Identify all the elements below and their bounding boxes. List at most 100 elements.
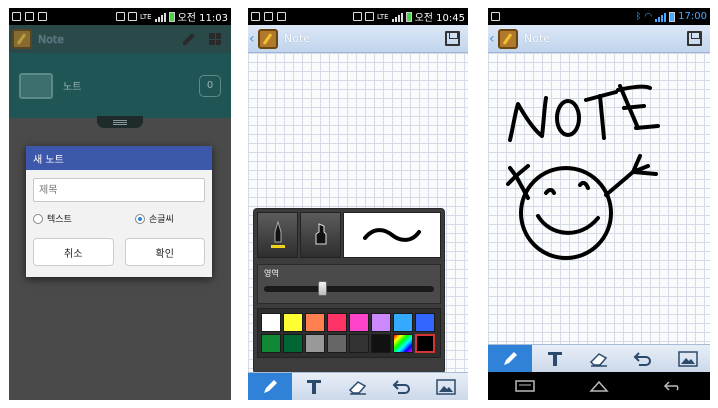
color-palette [257,308,441,358]
image-insert-button[interactable] [666,345,710,372]
clock: 오전 11:03 [177,13,228,24]
clock: 17:00 [678,11,707,22]
radio-label: 손글씨 [149,215,174,225]
back-chevron-icon[interactable]: ‹ [489,31,495,47]
notebook-icon[interactable] [258,28,278,49]
text-icon [547,351,562,366]
signal-icon [655,12,667,22]
color-swatch[interactable] [283,334,303,353]
marker-tip-icon [315,223,326,245]
g-icon [251,12,260,21]
notebook-icon[interactable] [498,28,518,49]
color-swatch[interactable] [283,313,303,332]
image-insert-button[interactable] [424,373,468,400]
undo-icon [392,379,410,394]
alarm-icon [127,12,137,21]
pen-icon [504,351,518,365]
pen-type-pencil[interactable] [257,212,298,258]
g-icon [12,12,21,21]
status-bar: LTE 오전 10:45 [248,8,468,25]
mute-icon [352,12,362,21]
pen-type-marker[interactable] [300,212,341,258]
color-swatch[interactable] [261,334,281,353]
title-input[interactable] [33,178,205,202]
eraser-tool-button[interactable] [336,373,380,400]
wifi-icon: ◠ [644,11,653,22]
phone-screen-handwriting: ᛒ ◠ 17:00 ‹ Note [488,8,710,400]
color-swatch[interactable] [305,334,325,353]
thickness-slider[interactable] [264,281,434,296]
folder-icon [19,72,53,99]
drawer-handle[interactable] [97,116,143,128]
save-icon[interactable] [445,31,460,46]
undo-icon [634,351,652,366]
text-icon [307,379,321,394]
undo-button[interactable] [380,373,424,400]
radio-handwriting-option[interactable]: 손글씨 [103,212,205,225]
pen-icon [264,379,277,393]
back-chevron-icon[interactable]: ‹ [249,31,255,47]
grid-view-icon[interactable] [209,33,221,45]
color-swatch[interactable] [349,313,369,332]
handwritten-drawing [506,84,660,260]
pen-tool-button[interactable] [248,373,292,400]
pen-settings-panel: 영역 [253,208,445,374]
cancel-button[interactable]: 취소 [33,238,114,266]
android-nav-bar [488,372,710,400]
pen-tool-button[interactable] [488,345,533,372]
battery-icon [168,11,175,22]
stroke-preview [343,212,441,258]
status-bar: LTE 오전 11:03 [9,8,231,25]
edit-pencil-icon[interactable] [179,29,199,49]
slider-handle[interactable] [318,281,328,296]
color-swatch[interactable] [415,334,435,353]
ok-button[interactable]: 확인 [124,238,205,266]
text-tool-button[interactable] [292,373,336,400]
color-swatch[interactable] [349,334,369,353]
phone-screen-pen-settings: LTE 오전 10:45 ‹ Note 영역 [248,8,468,400]
notebook-icon [12,29,32,49]
note-titlebar: ‹ Note [488,25,710,53]
custom-color-swatch[interactable] [393,334,413,353]
text-tool-button[interactable] [532,345,576,372]
eraser-tool-button[interactable] [577,345,621,372]
image-icon [436,378,456,395]
usb-icon [264,12,273,21]
radio-button-selected[interactable] [135,213,145,224]
color-swatch[interactable] [371,313,391,332]
usb-icon [25,12,34,21]
app-titlebar: Note [9,25,231,53]
clock: 오전 10:45 [414,13,465,24]
status-bar: ᛒ ◠ 17:00 [488,8,710,25]
color-swatch[interactable] [327,334,347,353]
save-icon[interactable] [687,31,702,46]
network-type: LTE [376,12,389,21]
note-title: Note [524,32,551,45]
color-swatch[interactable] [327,313,347,332]
tool-bar [488,344,710,372]
color-swatch[interactable] [305,313,325,332]
image-notify-icon [277,12,286,21]
color-swatch[interactable] [261,313,281,332]
image-notify-icon [491,12,500,21]
back-icon[interactable] [663,380,683,392]
home-icon[interactable] [589,380,609,392]
color-swatch[interactable] [393,313,413,332]
radio-label: 텍스트 [47,215,72,225]
area-label: 영역 [264,269,279,278]
radio-button[interactable] [33,213,43,224]
tool-bar [248,372,468,400]
alarm-icon [364,12,374,21]
color-swatch[interactable] [371,334,391,353]
recent-apps-icon[interactable] [515,380,535,392]
network-type: LTE [139,12,152,21]
image-icon [678,350,698,367]
note-title: Note [284,32,311,45]
folder-row[interactable]: 노트 0 [9,53,231,118]
battery-icon [405,11,412,22]
handwriting-canvas[interactable] [488,68,710,298]
radio-text-option[interactable]: 텍스트 [33,212,103,225]
color-swatch[interactable] [415,313,435,332]
undo-button[interactable] [621,345,665,372]
new-note-dialog: 새 노트 텍스트 손글씨 취소 확인 [26,146,212,277]
